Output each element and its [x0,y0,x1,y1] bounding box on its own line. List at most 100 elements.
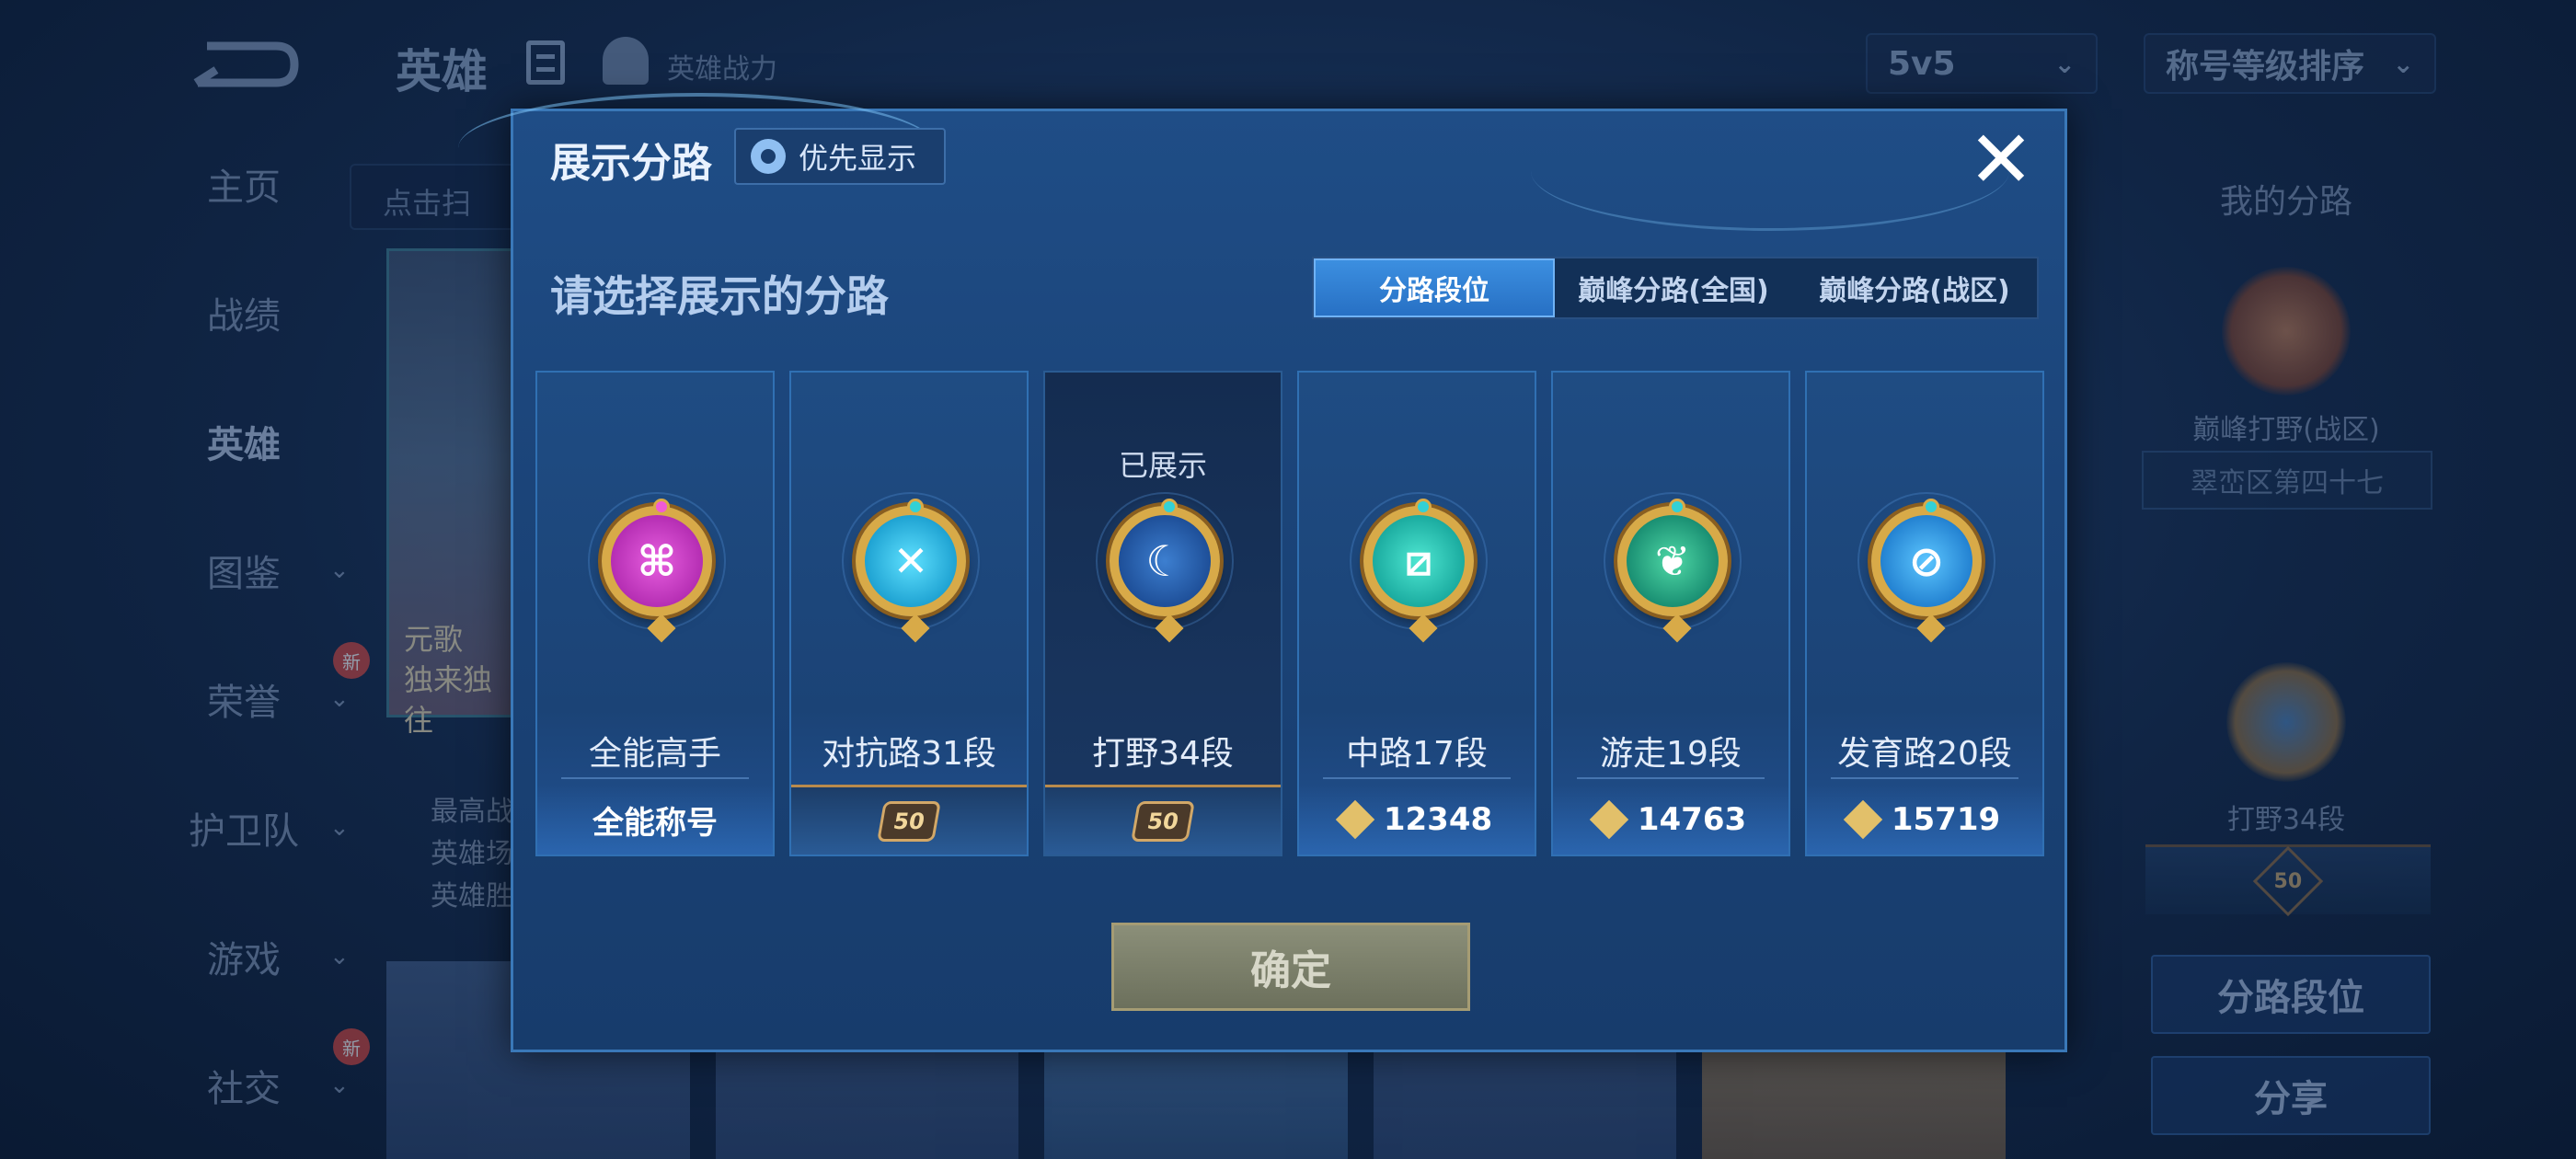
sort-dropdown[interactable]: 称号等级排序 ⌄ [2144,33,2436,94]
star-count-badge: 50 [2252,845,2324,917]
lane-rank-label: 对抗路31段 [822,735,996,773]
chevron-down-icon: ⌄ [329,685,350,713]
allround-emblem-icon: ⌘ [602,499,712,616]
nav-item-hero[interactable]: 英雄 [166,405,368,478]
lane-card-allround[interactable]: ⌘ 全能高手 全能称号 [535,371,775,856]
gem-icon [1923,499,1939,515]
lane-card-footer: 50 [791,785,1027,855]
lane-rank-label: 游走19段 [1600,735,1742,773]
gem-icon [653,499,670,515]
nav-item-codex[interactable]: 图鉴 ⌄ [166,534,368,607]
list-icon[interactable] [526,40,565,85]
nav-item-label: 社交 [207,1068,281,1110]
chevron-down-icon: ⌄ [329,557,350,584]
lane-card-farm[interactable]: ⊘ 发育路20段 15719 [1805,371,2044,856]
gem-icon [1415,499,1432,515]
mode-dropdown[interactable]: 5v5 ⌄ [1866,33,2098,94]
divider [561,777,749,779]
nav-item-social[interactable]: 社交 新 ⌄ [166,1028,370,1122]
lane-card-footer: 50 [1045,785,1281,855]
chevron-down-icon: ⌄ [2053,48,2076,79]
nav-item-label: 荣誉 [207,682,281,724]
priority-display-label: 优先显示 [799,141,917,176]
star-plate: 50 [2145,844,2431,917]
peak-emblem-icon [2222,267,2351,396]
farm-lane-emblem-icon: ⊘ [1871,499,1982,616]
lane-rank-label: 发育路20段 [1837,735,2012,773]
sort-dropdown-value: 称号等级排序 [2166,48,2365,86]
chevron-down-icon: ⌄ [329,1072,350,1099]
mid-lane-emblem-icon: ⧄ [1363,499,1474,616]
divider [1577,777,1765,779]
lane-score: 14763 [1637,801,1747,838]
nav-item-guard-team[interactable]: 护卫队 ⌄ [166,791,368,865]
close-button[interactable]: ✕ [1965,120,2037,200]
tab-peak-region[interactable]: 巅峰分路(战区) [1792,258,2037,317]
hero-card-name: 元歌 独来独往 [404,622,493,738]
my-lane-title: 我的分路 [2219,183,2352,221]
decorative-swirl [1531,111,2009,231]
lane-rank-button[interactable]: 分路段位 [2151,955,2431,1034]
tab-lane-rank[interactable]: 分路段位 [1314,258,1555,317]
shown-label: 已展示 [1118,448,1207,483]
gear-icon [751,139,786,174]
nav-item-record[interactable]: 战绩 [166,276,368,350]
peak-caption: 巅峰打野(战区) [2192,414,2380,446]
lane-card-footer: 全能称号 [537,785,773,855]
region-text: 翠峦区第四十七 [2142,451,2432,510]
score-icon [1843,799,1883,840]
new-badge: 新 [333,1028,370,1065]
display-lane-modal: 展示分路 优先显示 ✕ 请选择展示的分路 分路段位 巅峰分路(全国) 巅峰分路(… [458,93,2067,1052]
gem-icon [1669,499,1685,515]
nav-item-honor[interactable]: 荣誉 新 ⌄ [166,642,370,736]
gem-icon [1161,499,1178,515]
lane-score: 15719 [1891,801,2001,838]
modal-title: 展示分路 [550,140,712,187]
nav-item-label: 游戏 [207,939,281,981]
lane-rank-label: 全能高手 [588,735,721,773]
tab-peak-national[interactable]: 巅峰分路(全国) [1555,258,1792,317]
new-badge: 新 [333,642,370,679]
nav-item-home[interactable]: 主页 [166,147,368,221]
chevron-down-icon: ⌄ [329,943,350,970]
chevron-down-icon: ⌄ [329,814,350,842]
share-button[interactable]: 分享 [2151,1056,2431,1135]
star-count-badge: 50 [1131,800,1195,842]
score-icon [1589,799,1629,840]
lane-card-list: ⌘ 全能高手 全能称号 ✕ 对抗路31段 50 已展示 ☾ 打野34段 50 ⧄… [535,371,2044,856]
nav-item-label: 主页 [207,166,281,209]
nav-item-game[interactable]: 游戏 ⌄ [166,920,368,993]
hero-info: 最高战 英雄场 英雄胜 [431,796,513,912]
roam-emblem-icon: ❦ [1617,499,1728,616]
score-icon [1335,799,1375,840]
lane-rank-label: 中路17段 [1346,735,1488,773]
lane-card-roam[interactable]: ❦ 游走19段 14763 [1551,371,1790,856]
lane-card-mid[interactable]: ⧄ 中路17段 12348 [1297,371,1536,856]
lane-card-footer: 15719 [1807,785,2042,855]
chevron-down-icon: ⌄ [2392,48,2414,79]
lane-card-clash[interactable]: ✕ 对抗路31段 50 [789,371,1029,856]
nav-item-label: 战绩 [207,295,281,338]
lane-card-footer: 14763 [1553,785,1788,855]
mode-dropdown-value: 5v5 [1888,44,1956,83]
hero-card[interactable]: 元歌 独来独往 [386,248,515,738]
lane-score: 12348 [1383,801,1493,838]
jungle-emblem-icon: ☾ [1110,499,1220,616]
star-count-badge: 50 [877,800,941,842]
page-title: 英雄 [396,45,488,98]
hero-power-icon [603,37,649,85]
lane-tabs: 分路段位 巅峰分路(全国) 巅峰分路(战区) [1312,257,2039,319]
nav-item-label: 图鉴 [207,553,281,595]
back-arrow-icon[interactable] [189,28,299,92]
jungle-emblem-icon [2226,662,2346,782]
hero-power-label[interactable]: 英雄战力 [667,46,777,86]
allround-title-label: 全能称号 [592,804,718,842]
confirm-button[interactable]: 确定 [1111,923,1470,1011]
select-prompt: 请选择展示的分路 [550,271,889,321]
lane-card-jungle[interactable]: 已展示 ☾ 打野34段 50 [1043,371,1282,856]
nav-item-label: 英雄 [207,424,281,466]
priority-display-button[interactable]: 优先显示 [734,128,946,185]
gem-icon [907,499,924,515]
lane-caption: 打野34段 [2226,804,2346,836]
lane-rank-label: 打野34段 [1092,735,1234,773]
